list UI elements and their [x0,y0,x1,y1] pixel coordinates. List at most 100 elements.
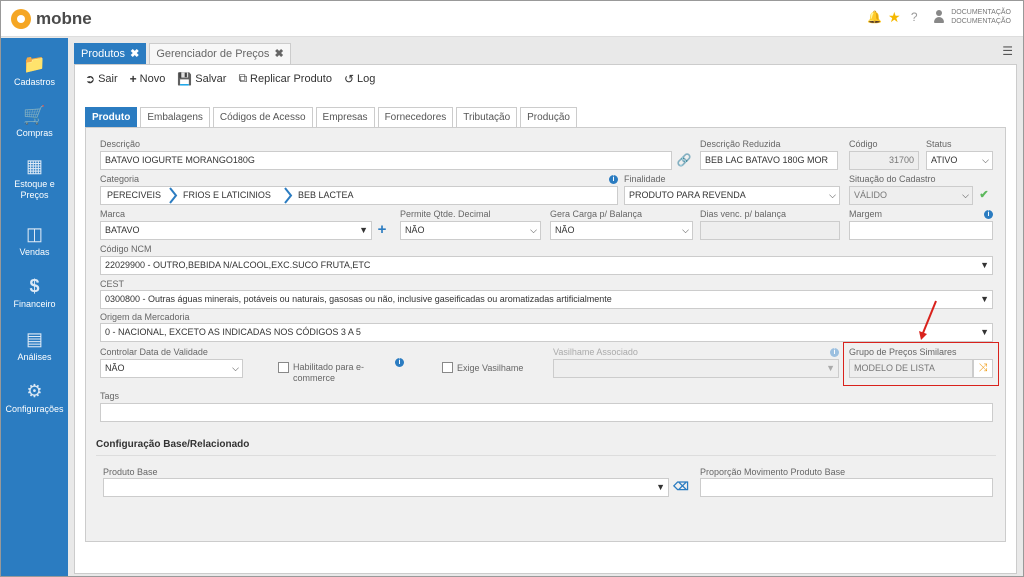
app-name: mobne [36,9,92,28]
salvar-label: Salvar [195,72,227,85]
close-icon[interactable]: ✖ [130,48,139,60]
add-marca-button[interactable]: + [374,221,390,240]
codigo-input: 31700 [849,151,919,170]
tab-tributacao[interactable]: Tributação [456,107,518,127]
log-button[interactable]: ↺ Log [344,72,375,86]
replicar-button[interactable]: ⧉ Replicar Produto [238,71,332,86]
controlar-data-select[interactable]: NÃO ⌵ [100,359,243,378]
proporcao-input[interactable] [700,478,993,497]
finalidade-select[interactable]: PRODUTO PARA REVENDA ⌵ [624,186,840,205]
tab-embalagens[interactable]: Embalagens [140,107,210,127]
product-panel: ➲ Sair + Novo 💾 Salvar ⧉ Replicar Produto ↺ L… [74,64,1017,574]
tab-produtos[interactable]: Produtos ✖ [74,43,147,64]
shuffle-icon[interactable]: ⤨ [973,359,993,378]
sidebar-item-estoque[interactable]: ▦ Estoque e Preços [1,156,68,201]
tab-produto[interactable]: Produto [85,107,138,127]
gera-carga-label: Gera Carga p/ Balança [550,209,643,219]
cest-label: CEST [100,279,125,289]
cest-select[interactable]: 0300800 - Outras águas minerais, potávei… [100,290,993,309]
origem-value: 0 - NACIONAL, EXCETO AS INDICADAS NOS CÓ… [105,327,361,337]
chevron-down-icon: ⌵ [682,225,689,235]
situacao-value: VÁLIDO [854,190,888,200]
categoria-segment[interactable]: BEB LACTEA [298,187,354,204]
origem-select[interactable]: 0 - NACIONAL, EXCETO AS INDICADAS NOS CÓ… [100,323,993,342]
habilitado-ecommerce-label: Habilitado para e- commerce [293,362,364,384]
habilitado-line1: Habilitado para e- [293,362,365,372]
help-icon[interactable]: ? [907,10,921,24]
descricao-input[interactable]: BATAVO IOGURTE MORANGO180G [100,151,672,170]
grupo-precos-input: MODELO DE LISTA [849,359,973,378]
categoria-segment[interactable]: PERECIVEIS [107,187,161,204]
proporcao-label: Proporção Movimento Produto Base [700,467,846,477]
caret-down-icon: ▼ [359,225,368,235]
caret-down-icon: ▼ [980,294,989,304]
tab-producao[interactable]: Produção [520,107,577,127]
habilitado-ecommerce-checkbox[interactable] [278,362,289,373]
sidebar-item-vendas[interactable]: ◫ Vendas [1,224,68,258]
tab-empresas[interactable]: Empresas [315,107,375,127]
exige-vasilhame-checkbox[interactable] [442,362,453,373]
novo-button[interactable]: + Novo [130,72,166,86]
marca-select[interactable]: BATAVO ▼ [100,221,372,240]
caret-down-icon: ▼ [980,260,989,270]
situacao-label: Situação do Cadastro [849,174,936,184]
habilitado-line2: commerce [293,373,336,383]
grupo-precos-label: Grupo de Preços Similares [849,347,957,357]
tab-label: Produtos [81,48,126,60]
exit-icon: ➲ [85,71,96,86]
menu-icon[interactable]: ☰ [1002,44,1013,58]
eraser-icon[interactable]: ⌫ [673,478,689,497]
sidebar: 📁 Cadastros 🛒 Compras ▦ Estoque e Preços… [1,38,68,576]
permite-qtde-select[interactable]: NÃO ⌵ [400,221,541,240]
save-icon: 💾 [177,71,193,86]
logo[interactable]: mobne [11,9,92,29]
sidebar-item-cadastros[interactable]: 📁 Cadastros [1,54,68,88]
info-icon[interactable]: i [984,210,993,219]
gera-carga-select[interactable]: NÃO ⌵ [550,221,693,240]
form-tabs: Produto Embalagens Códigos de Acesso Emp… [85,107,580,127]
gears-icon: ⚙ [26,381,43,401]
close-icon[interactable]: ✖ [275,48,284,60]
sidebar-item-configuracoes[interactable]: ⚙ Configurações [1,381,68,415]
permite-qtde-label: Permite Qtde. Decimal [400,209,491,219]
plus-icon: + [129,71,137,86]
tab-fornecedores[interactable]: Fornecedores [377,107,454,127]
user-name: DOCUMENTAÇÃO [951,9,1011,16]
categoria-breadcrumb[interactable]: PERECIVEIS FRIOS E LATICINIOS BEB LACTEA [100,186,618,205]
finalidade-value: PRODUTO PARA REVENDA [629,190,746,200]
controlar-data-value: NÃO [105,363,125,373]
ncm-select[interactable]: 22029900 - OUTRO,BEBIDA N/ALCOOL,EXC.SUC… [100,256,993,275]
chevron-down-icon: ⌵ [962,190,969,200]
tab-gerenciador-precos[interactable]: Gerenciador de Preços ✖ [149,43,291,64]
descricao-reduzida-input[interactable]: BEB LAC BATAVO 180G MOR [700,151,838,170]
user-icon [933,10,945,24]
star-icon[interactable]: ★ [887,9,901,26]
section-title: Configuração Base/Relacionado [96,439,250,450]
categoria-segment[interactable]: FRIOS E LATICINIOS [183,187,271,204]
sidebar-item-compras[interactable]: 🛒 Compras [1,105,68,139]
categoria-label: Categoria [100,174,140,184]
status-select[interactable]: ATIVO ⌵ [926,151,993,170]
margem-input[interactable] [849,221,993,240]
salvar-button[interactable]: 💾 Salvar [177,72,226,86]
mobne-logo-icon [11,9,31,29]
link-icon[interactable]: 🔗 [676,151,692,170]
divider [96,455,996,456]
sidebar-item-analises[interactable]: ▤ Análises [1,329,68,363]
info-icon[interactable]: i [609,175,618,184]
status-value: ATIVO [931,155,958,165]
bell-icon[interactable]: 🔔 [867,10,882,24]
sidebar-item-label: Vendas [19,247,50,257]
tags-input[interactable] [100,403,993,422]
sair-button[interactable]: ➲ Sair [85,72,118,86]
status-label: Status [926,139,952,149]
produto-base-select[interactable]: ▼ [103,478,669,497]
info-icon[interactable]: i [395,358,404,367]
tab-codigos-acesso[interactable]: Códigos de Acesso [212,107,313,127]
user-menu[interactable]: DOCUMENTAÇÃO DOCUMENTAÇÃO [933,8,1011,26]
sidebar-item-financeiro[interactable]: $ Financeiro [1,276,68,310]
main-area: Produtos ✖ Gerenciador de Preços ✖ ☰ ➲ Sa… [68,38,1023,576]
codigo-label: Código [849,139,878,149]
sidebar-item-label: Estoque e Preços [14,179,55,200]
info-icon[interactable]: i [830,348,839,357]
